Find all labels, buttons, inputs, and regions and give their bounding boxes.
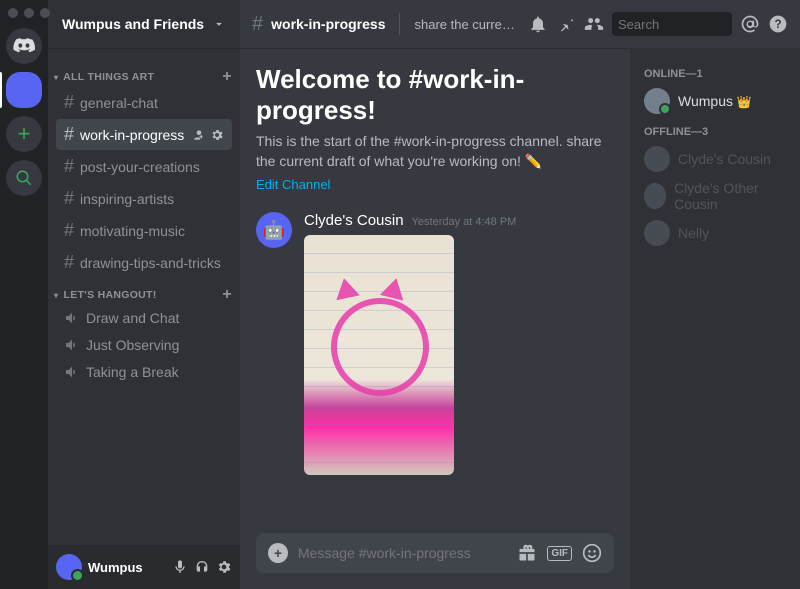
compass-search-icon xyxy=(15,169,33,187)
channel-welcome: Welcome to #work-in-progress! This is th… xyxy=(256,64,614,192)
text-channel-work-in-progress[interactable]: # work-in-progress xyxy=(56,119,232,150)
message-timestamp: Yesterday at 4:48 PM xyxy=(412,216,517,228)
voice-channel-draw-and-chat[interactable]: Draw and Chat xyxy=(56,305,232,331)
window-traffic-lights[interactable] xyxy=(8,8,50,18)
member-list: ONLINE—1 Wumpus 👑 OFFLINE—3 Clyde's Cous… xyxy=(630,48,800,589)
message-author[interactable]: Clyde's Cousin xyxy=(304,212,404,229)
mentions-icon[interactable] xyxy=(740,14,760,34)
deafen-icon[interactable] xyxy=(194,559,210,575)
help-icon[interactable]: ? xyxy=(768,14,788,34)
user-panel: Wumpus xyxy=(48,545,240,589)
channel-label: post-your-creations xyxy=(80,159,200,175)
channel-label: Just Observing xyxy=(86,337,179,353)
invite-icon[interactable] xyxy=(192,128,206,142)
image-attachment[interactable] xyxy=(304,235,454,475)
message-scroller[interactable]: Welcome to #work-in-progress! This is th… xyxy=(240,48,630,533)
member-name: Clyde's Other Cousin xyxy=(674,180,786,212)
add-channel-icon[interactable]: + xyxy=(222,68,232,86)
member-category-offline: OFFLINE—3 xyxy=(644,126,792,138)
hash-icon: # xyxy=(252,13,263,36)
add-channel-icon[interactable]: + xyxy=(222,286,232,304)
speaker-icon xyxy=(64,364,80,380)
channel-sidebar: Wumpus and Friends ▾ ALL THINGS ART+ # gen… xyxy=(48,0,240,589)
hash-icon: # xyxy=(64,188,74,209)
notifications-icon[interactable] xyxy=(528,14,548,34)
voice-channel-just-observing[interactable]: Just Observing xyxy=(56,332,232,358)
hash-icon: # xyxy=(64,124,74,145)
hash-icon: # xyxy=(64,220,74,241)
member-item[interactable]: Nelly xyxy=(638,216,792,250)
channel-header: # work-in-progress share the current dra… xyxy=(240,0,800,48)
text-channel-general-chat[interactable]: # general-chat xyxy=(56,87,232,118)
member-item[interactable]: Clyde's Cousin xyxy=(638,142,792,176)
chevron-down-icon xyxy=(212,17,226,31)
hash-icon: # xyxy=(64,92,74,113)
member-name: Wumpus 👑 xyxy=(678,93,752,109)
edit-channel-link[interactable]: Edit Channel xyxy=(256,177,330,192)
user-settings-icon[interactable] xyxy=(216,559,232,575)
message: 🤖 Clyde's Cousin Yesterday at 4:48 PM xyxy=(256,212,614,475)
server-rail: + xyxy=(0,0,48,589)
member-name: Clyde's Cousin xyxy=(678,151,771,167)
member-item[interactable]: Wumpus 👑 xyxy=(638,84,792,118)
server-icon-selected[interactable] xyxy=(6,72,42,108)
svg-text:?: ? xyxy=(774,18,781,31)
header-divider xyxy=(399,13,400,35)
channel-title: work-in-progress xyxy=(271,16,385,32)
chat-area: Welcome to #work-in-progress! This is th… xyxy=(240,48,630,589)
server-name: Wumpus and Friends xyxy=(62,16,204,32)
emoji-icon[interactable] xyxy=(582,543,602,563)
explore-servers-button[interactable] xyxy=(6,160,42,196)
discord-logo-icon xyxy=(13,35,35,57)
member-avatar xyxy=(644,183,666,209)
search-box[interactable] xyxy=(612,12,732,36)
channel-label: motivating-music xyxy=(80,223,185,239)
channel-category[interactable]: ▾ LET'S HANGOUT!+ xyxy=(48,286,240,304)
channel-label: work-in-progress xyxy=(80,127,184,143)
pinned-icon[interactable] xyxy=(556,14,576,34)
channel-label: drawing-tips-and-tricks xyxy=(80,255,221,271)
gift-icon[interactable] xyxy=(517,543,537,563)
home-button[interactable] xyxy=(6,28,42,64)
gear-icon[interactable] xyxy=(210,128,224,142)
current-user-avatar[interactable] xyxy=(56,554,82,580)
message-composer: + GIF xyxy=(256,533,614,573)
owner-crown-icon: 👑 xyxy=(737,95,752,109)
member-avatar xyxy=(644,146,670,172)
attach-button[interactable]: + xyxy=(268,543,288,563)
channel-label: general-chat xyxy=(80,95,158,111)
speaker-icon xyxy=(64,337,80,353)
member-list-icon[interactable] xyxy=(584,14,604,34)
member-name: Nelly xyxy=(678,225,709,241)
gif-button[interactable]: GIF xyxy=(547,546,572,561)
text-channel-inspiring-artists[interactable]: # inspiring-artists xyxy=(56,183,232,214)
member-item[interactable]: Clyde's Other Cousin xyxy=(638,176,792,216)
text-channel-post-your-creations[interactable]: # post-your-creations xyxy=(56,151,232,182)
add-server-button[interactable]: + xyxy=(6,116,42,152)
text-channel-drawing-tips-and-tricks[interactable]: # drawing-tips-and-tricks xyxy=(56,247,232,278)
current-user-name: Wumpus xyxy=(88,560,166,575)
channel-label: inspiring-artists xyxy=(80,191,174,207)
hash-icon: # xyxy=(64,252,74,273)
server-header[interactable]: Wumpus and Friends xyxy=(48,0,240,48)
voice-channel-taking-a-break[interactable]: Taking a Break xyxy=(56,359,232,385)
main-content: # work-in-progress share the current dra… xyxy=(240,0,800,589)
speaker-icon xyxy=(64,310,80,326)
message-input[interactable] xyxy=(298,545,507,561)
member-avatar xyxy=(644,88,670,114)
welcome-subtitle: This is the start of the #work-in-progre… xyxy=(256,132,614,171)
member-category-online: ONLINE—1 xyxy=(644,68,792,80)
hash-icon: # xyxy=(64,156,74,177)
channel-category[interactable]: ▾ ALL THINGS ART+ xyxy=(48,68,240,86)
member-avatar xyxy=(644,220,670,246)
text-channel-motivating-music[interactable]: # motivating-music xyxy=(56,215,232,246)
message-avatar[interactable]: 🤖 xyxy=(256,212,292,248)
channel-label: Taking a Break xyxy=(86,364,179,380)
channel-label: Draw and Chat xyxy=(86,310,179,326)
mute-icon[interactable] xyxy=(172,559,188,575)
welcome-title: Welcome to #work-in-progress! xyxy=(256,64,614,126)
channel-topic[interactable]: share the current draft of wh… xyxy=(414,17,520,32)
